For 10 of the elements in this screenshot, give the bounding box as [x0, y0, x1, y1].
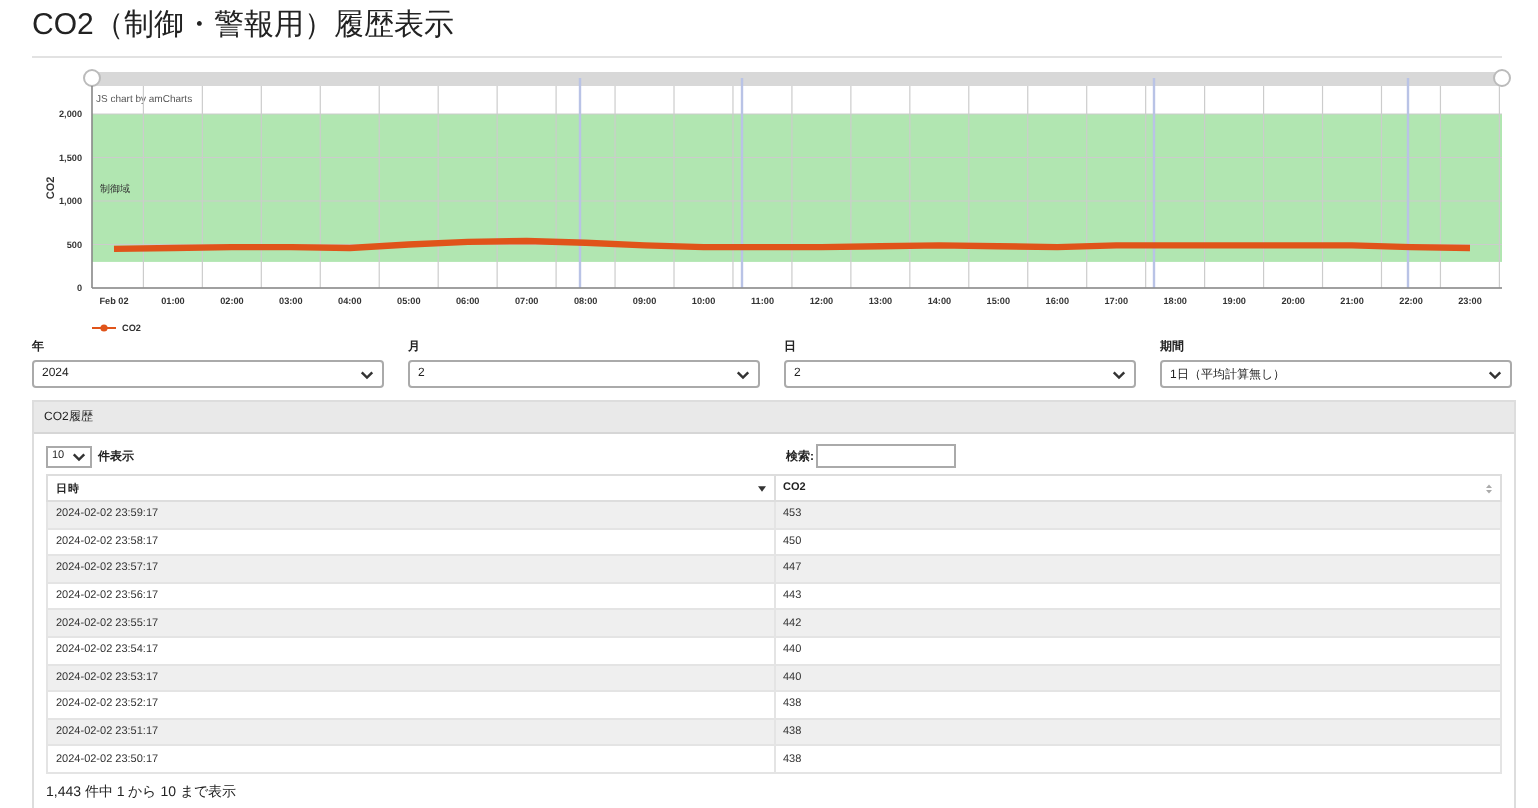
chevron-icon: [1488, 369, 1502, 379]
legend-marker-icon: [91, 324, 117, 332]
chevron-icon: [360, 369, 374, 379]
scrollbar-handle[interactable]: [83, 69, 101, 87]
chevron-icon: [1112, 369, 1126, 379]
chevron-icon: [736, 369, 750, 379]
page-title: CO2（制御・警報用）履歴表示: [32, 0, 1502, 58]
search-field[interactable]: [816, 444, 956, 468]
chevron-icon: [72, 451, 86, 461]
scrollbar-handle[interactable]: [1493, 69, 1511, 87]
